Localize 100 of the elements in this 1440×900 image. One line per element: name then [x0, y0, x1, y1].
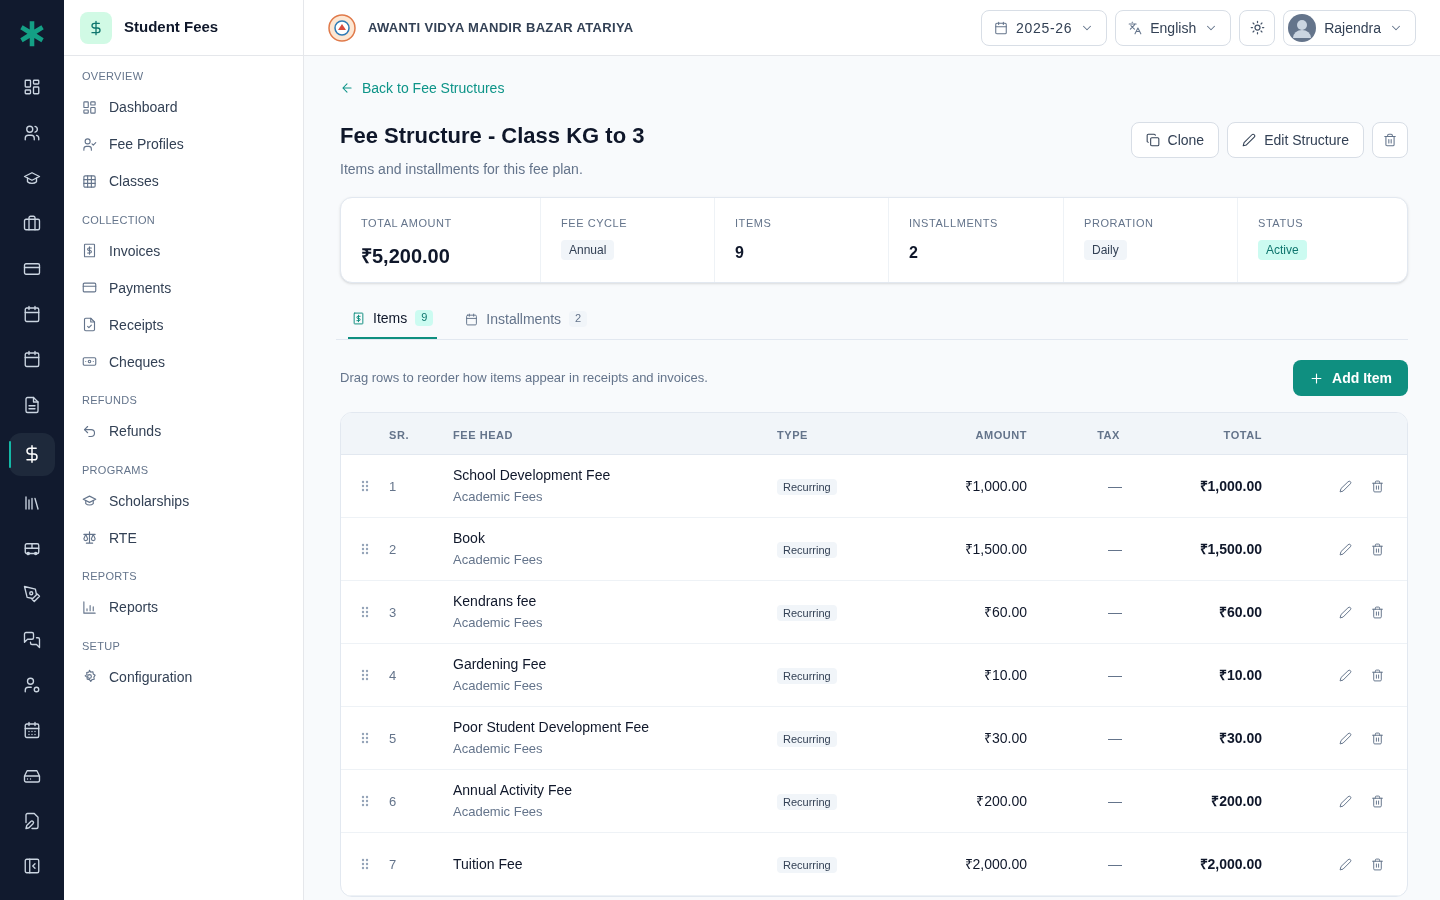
trash-icon: [1370, 542, 1384, 556]
sidebar-item[interactable]: Cheques: [80, 343, 287, 380]
fee-category: Academic Fees: [453, 614, 544, 633]
fee-head-name: School Development Fee: [453, 466, 612, 486]
sidebar-item[interactable]: Payments: [80, 269, 287, 306]
tab[interactable]: Items 9: [348, 299, 438, 339]
section-heading: OVERVIEW: [81, 69, 145, 84]
year-selector[interactable]: 2025-26: [980, 9, 1108, 46]
pencil-icon: [1338, 542, 1352, 556]
file-edit-icon: [23, 812, 41, 831]
rail-button[interactable]: [9, 432, 55, 476]
edit-structure-button[interactable]: Edit Structure: [1227, 122, 1364, 158]
tab[interactable]: Installments 2: [461, 299, 592, 339]
sidebar-item[interactable]: Reports: [80, 588, 287, 626]
trash-icon: [1370, 794, 1384, 808]
summary-value: 2: [909, 242, 919, 263]
total-cell: ₹10.00: [1218, 667, 1262, 683]
amount-cell: ₹1,000.00: [964, 478, 1027, 494]
row-number: 6: [389, 794, 397, 809]
drag-handle-icon[interactable]: [361, 732, 369, 744]
people-icon: [23, 123, 41, 142]
theme-toggle-button[interactable]: [1239, 9, 1276, 46]
clone-button[interactable]: Clone: [1130, 122, 1220, 158]
drag-handle-icon[interactable]: [361, 543, 369, 555]
briefcase-icon: [23, 214, 41, 233]
translate-icon: [1128, 20, 1143, 35]
add-item-button[interactable]: Add Item: [1293, 360, 1408, 396]
drag-handle-icon[interactable]: [361, 480, 369, 492]
amount-cell: ₹30.00: [983, 730, 1027, 746]
pencil-icon: [1338, 731, 1352, 745]
count-badge: 2: [569, 311, 588, 327]
row-number: 3: [389, 605, 397, 620]
fee-head-name: Gardening Fee: [453, 655, 548, 675]
amount-cell: ₹2,000.00: [964, 856, 1027, 872]
drag-handle-icon[interactable]: [361, 858, 369, 870]
trash-icon: [1370, 479, 1384, 493]
user-check-icon: [82, 136, 97, 152]
pencil-icon: [1338, 479, 1352, 493]
user-menu[interactable]: Rajendra: [1283, 9, 1416, 46]
total-cell: ₹2,000.00: [1199, 856, 1262, 872]
summary-value: 9: [735, 242, 745, 263]
document-icon: [23, 395, 41, 414]
sidebar-item[interactable]: Invoices: [80, 232, 287, 269]
type-tag: Recurring: [777, 731, 837, 747]
page-title: Fee Structure - Class KG to 3: [340, 122, 646, 150]
amount-cell: ₹60.00: [983, 604, 1027, 620]
row-number: 2: [389, 542, 397, 557]
sidebar-item[interactable]: Refunds: [80, 412, 287, 450]
trash-icon: [1370, 857, 1384, 871]
fee-category: Academic Fees: [453, 488, 544, 507]
sidebar-item[interactable]: Fee Profiles: [80, 125, 287, 163]
fee-category: Academic Fees: [453, 803, 544, 822]
fee-head-name: Poor Student Development Fee: [453, 718, 651, 738]
calendar-icon: [23, 721, 41, 740]
total-cell: ₹200.00: [1211, 793, 1262, 809]
bar-chart-icon: [82, 599, 97, 615]
drag-handle-icon[interactable]: [361, 669, 369, 681]
sidebar-item[interactable]: Receipts: [80, 306, 287, 343]
column-header: AMOUNT: [975, 428, 1027, 441]
fee-head-name: Kendrans fee: [453, 592, 538, 612]
amount-cell: ₹200.00: [976, 793, 1027, 809]
copy-icon: [1145, 133, 1160, 147]
receipt-icon: [82, 317, 97, 332]
page-subtitle: Items and installments for this fee plan.: [340, 160, 584, 179]
plus-icon: [1309, 370, 1325, 386]
column-header: FEE HEAD: [453, 428, 514, 441]
pencil-icon: [1338, 605, 1352, 619]
avatar-icon: [1288, 13, 1317, 42]
total-cell: ₹30.00: [1218, 730, 1262, 746]
back-link[interactable]: Back to Fee Structures: [340, 78, 505, 98]
language-selector[interactable]: English: [1115, 9, 1232, 46]
drag-handle-icon[interactable]: [361, 795, 369, 807]
section-heading: SETUP: [81, 638, 122, 654]
pencil-icon: [1338, 668, 1352, 682]
total-cell: ₹1,000.00: [1199, 478, 1262, 494]
column-header: TOTAL: [1223, 428, 1262, 441]
credit-card-icon: [82, 280, 97, 295]
sidebar-item[interactable]: Classes: [80, 162, 287, 200]
summary-value: ₹5,200.00: [361, 243, 451, 269]
sidebar-item[interactable]: Dashboard: [80, 88, 287, 126]
type-tag: Recurring: [777, 668, 837, 684]
fee-category: Academic Fees: [453, 551, 544, 570]
sidebar-item[interactable]: Scholarships: [80, 482, 287, 519]
fee-category: Academic Fees: [453, 677, 544, 696]
trash-icon: [1370, 731, 1384, 745]
sidebar-item[interactable]: Configuration: [80, 658, 287, 695]
pen-nib-icon: [23, 585, 41, 604]
fee-head-name: Book: [453, 529, 486, 549]
amount-cell: ₹10.00: [983, 667, 1027, 683]
pencil-icon: [1338, 857, 1352, 871]
trash-icon: [1370, 605, 1384, 619]
pencil-icon: [1338, 794, 1352, 808]
drag-handle-icon[interactable]: [361, 606, 369, 618]
reorder-hint: Drag rows to reorder how items appear in receipts and invoices.: [340, 369, 709, 388]
delete-button[interactable]: [1372, 122, 1408, 158]
tax-cell: —: [1108, 856, 1122, 872]
undo-icon: [82, 423, 97, 439]
trash-icon: [1370, 668, 1384, 682]
dashboard-icon: [23, 78, 41, 97]
sidebar-item[interactable]: RTE: [80, 519, 287, 556]
